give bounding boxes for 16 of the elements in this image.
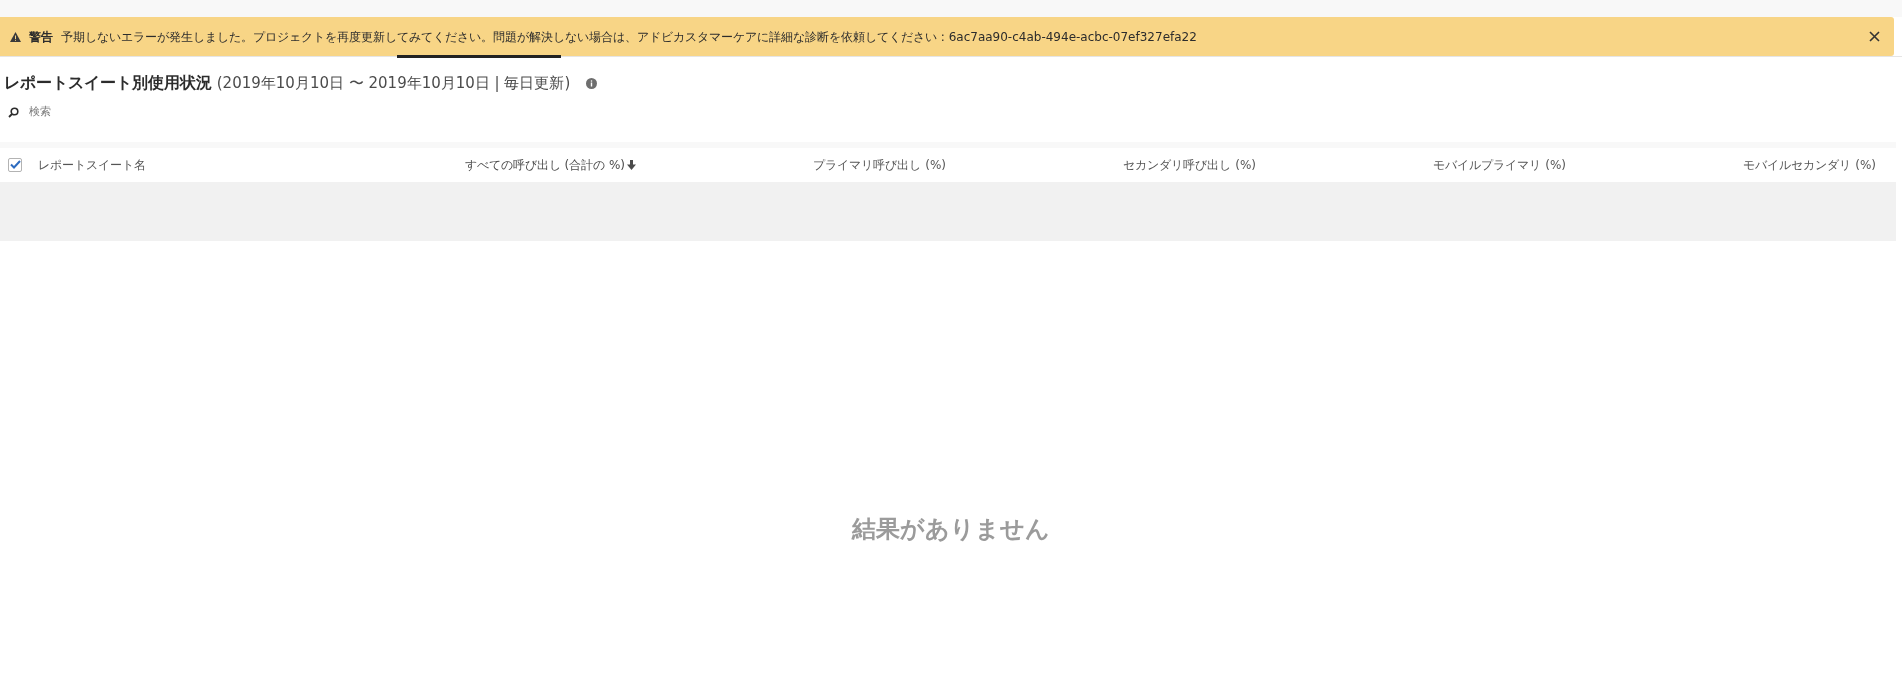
warning-icon <box>10 31 21 42</box>
column-header[interactable]: モバイルプライマリ (%) <box>1433 157 1566 172</box>
alert-message: 予期しないエラーが発生しました。プロジェクトを再度更新してみてください。問題が解決しない場合は、アドビカスタマーケアに詳細な診断を依頼してください : 6ac7aa90-c4ab-494e-acbc-07ef327efa22 <box>61 28 1198 46</box>
column-header[interactable]: セカンダリ呼び出し (%) <box>1123 157 1256 172</box>
column-header[interactable]: モバイルセカンダリ (%) <box>1743 157 1876 172</box>
sort-descending-icon[interactable] <box>627 160 636 170</box>
alert-label: 警告 <box>29 28 53 46</box>
page-title: レポートスイート別使用状況 (2019年10月10日 〜 2019年10月10日 | 毎日更新) <box>4 72 571 94</box>
info-icon[interactable] <box>586 77 598 89</box>
search-icon <box>8 106 19 118</box>
column-header[interactable]: プライマリ呼び出し (%) <box>813 157 946 172</box>
close-icon[interactable] <box>1869 31 1880 42</box>
column-header[interactable]: レポートスイート名 <box>38 157 146 172</box>
empty-message: 結果がありません <box>852 513 1050 545</box>
column-header[interactable]: すべての呼び出し (合計の %) <box>464 157 636 172</box>
select-all-checkbox[interactable] <box>8 157 22 172</box>
